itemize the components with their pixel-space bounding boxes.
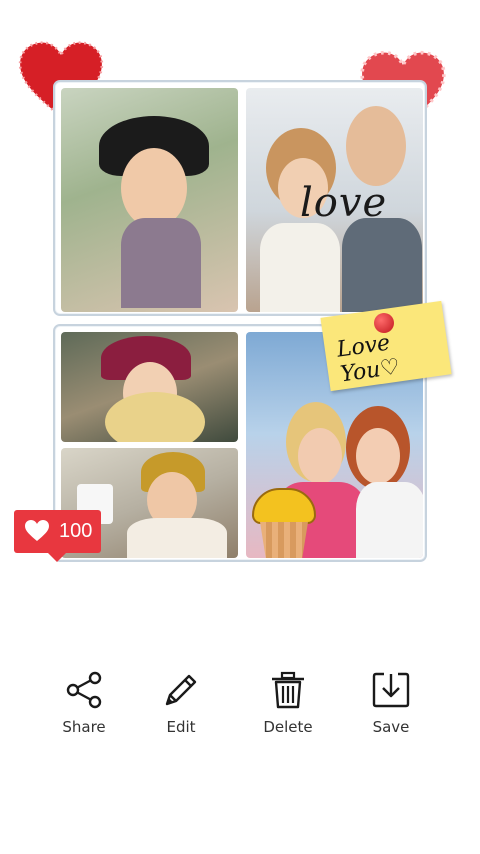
edit-label: Edit: [166, 718, 196, 736]
share-label: Share: [62, 718, 106, 736]
muffin-sticker[interactable]: [252, 488, 316, 558]
action-bar: Share Edit Delete Save: [0, 670, 480, 750]
muffin-top: [252, 488, 316, 524]
photo-woman-red-hat[interactable]: [61, 332, 238, 442]
muffin-cup: [260, 522, 308, 558]
delete-label: Delete: [263, 718, 313, 736]
like-badge[interactable]: 100: [14, 510, 101, 562]
sticky-note-text: Love You♡: [335, 330, 402, 388]
heart-icon: [25, 520, 49, 541]
like-count: 100: [59, 520, 93, 542]
love-sticker-text[interactable]: love: [300, 180, 387, 226]
save-button[interactable]: Save: [351, 670, 431, 736]
share-button[interactable]: Share: [44, 670, 124, 736]
photo-woman-hat-glasses[interactable]: [61, 88, 238, 312]
trash-icon: [272, 671, 304, 709]
download-icon: [372, 672, 410, 708]
pencil-icon: [165, 674, 197, 706]
edit-button[interactable]: Edit: [141, 670, 221, 736]
push-pin-icon: [374, 313, 394, 333]
save-label: Save: [372, 718, 410, 736]
delete-button[interactable]: Delete: [248, 670, 328, 736]
share-icon: [66, 671, 102, 709]
